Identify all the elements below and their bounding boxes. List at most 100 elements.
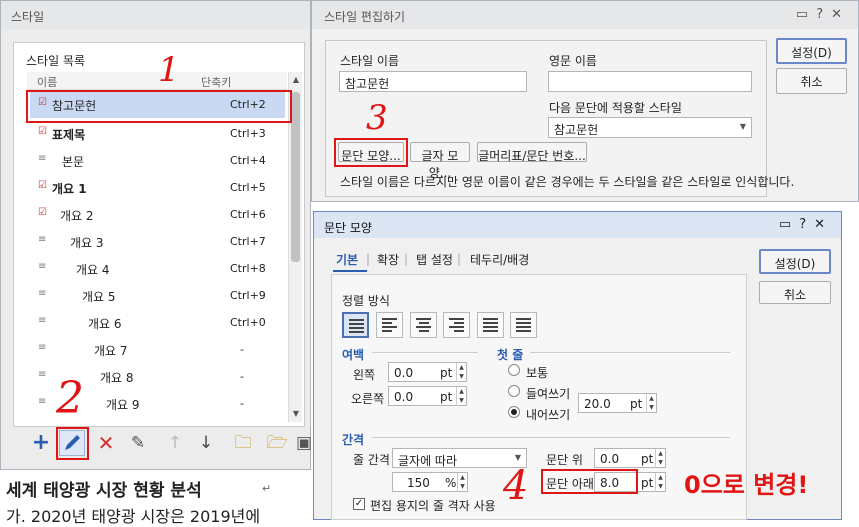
unit-pt: pt [641,476,654,490]
right-margin-label: 오른쪽 [351,392,385,406]
dialog-window-controls[interactable]: ▭?✕ [779,217,833,232]
left-margin-field[interactable]: 0.0 pt ▲ ▼ [388,362,467,382]
tab-border-background[interactable]: 테두리/배경 [470,251,529,268]
align-justify-icon[interactable] [342,312,369,338]
scroll-thumb[interactable] [291,92,300,262]
style-window-title: 스타일 [1,1,310,29]
line-spacing-value: 150 [407,476,430,490]
document-edge [842,211,859,520]
scroll-up-arrow-icon[interactable]: ▲ [289,72,303,88]
radio-indent[interactable] [508,385,520,397]
left-margin-value: 0.0 [394,366,414,380]
spinner-icon[interactable]: ▲ ▼ [655,473,665,492]
highlight-box-paragraph-button [334,138,408,167]
style-name: 표제목 [52,128,86,142]
paragraph-style-icon: ≡ [38,153,47,164]
style-name: 개요 1 [52,182,87,196]
style-name: 개요 3 [70,236,104,250]
next-style-label: 다음 문단에 적용할 스타일 [549,101,682,115]
col-name-header[interactable]: 이름 [37,74,57,90]
style-name: 개요 7 [94,344,128,358]
edit-style-ok-button[interactable]: 설정(D) [776,38,847,64]
spinner-icon[interactable]: ▲ ▼ [655,449,665,468]
move-down-arrow-icon[interactable]: ↓ [193,430,219,456]
paragraph-style-icon: ≡ [38,234,47,245]
radio-normal[interactable] [508,364,520,376]
right-margin-field[interactable]: 0.0 pt ▲ ▼ [388,386,467,406]
style-row[interactable]: ≡ 개요 7 - [30,336,285,363]
style-name-field[interactable]: 참고문헌 [339,71,527,92]
right-margin-value: 0.0 [394,390,414,404]
style-row[interactable]: ≡ 개요 4 Ctrl+8 [30,255,285,282]
spinner-icon[interactable]: ▲ ▼ [646,394,656,413]
radio-normal-label: 보통 [526,366,549,380]
style-row[interactable]: ☑ 개요 1 Ctrl+5 [30,174,285,201]
next-style-value: 참고문헌 [554,123,599,137]
above-field[interactable]: 0.0 pt ▲ ▼ [594,448,666,468]
unit-pt: pt [440,390,453,404]
paragraph-style-icon: ≡ [38,342,47,353]
char-shape-button[interactable]: 글자 모양... [410,142,470,180]
style-row[interactable]: ≡ 개요 6 Ctrl+0 [30,309,285,336]
style-shortcut: - [240,370,244,383]
move-up-arrow-icon[interactable]: ↑ [162,430,188,456]
open-folder-icon[interactable]: 🗁 [264,430,290,456]
style-name: 개요 5 [82,290,116,304]
outdent-value: 20.0 [584,397,611,411]
english-name-field[interactable] [548,71,752,92]
radio-outdent-label: 내어쓰기 [526,408,571,422]
save-style-icon[interactable]: ▣ [296,430,312,456]
style-shortcut: Ctrl+4 [230,154,266,167]
delete-style-icon[interactable]: ✕ [93,430,119,456]
style-name-label: 스타일 이름 [340,54,400,68]
highlight-box-selected-style [26,90,292,123]
edit-style-cancel-button[interactable]: 취소 [776,68,847,94]
tab-basic[interactable]: 기본 [336,251,358,268]
margin-section-line [372,352,478,353]
radio-indent-label: 들여쓰기 [526,387,571,401]
paragraph-style-icon: ≡ [38,261,47,272]
paragraph-cancel-button[interactable]: 취소 [759,281,831,304]
align-split-icon[interactable] [510,312,537,338]
line-spacing-field[interactable]: 150 % ▲ ▼ [392,472,468,492]
style-row[interactable]: ≡ 개요 5 Ctrl+9 [30,282,285,309]
unit-pt: pt [440,366,453,380]
col-shortcut-header[interactable]: 단축키 [201,74,231,90]
tab-extend[interactable]: 확장 [377,251,399,268]
line-spacing-mode: 글자에 따라 [398,454,458,468]
style-shortcut: - [240,397,244,410]
tab-tab-settings[interactable]: 탭 설정 [416,251,453,268]
align-center-icon[interactable] [410,312,437,338]
spinner-icon[interactable]: ▲ ▼ [456,363,466,382]
highlight-box-below-field [541,469,638,494]
above-label: 문단 위 [546,453,583,467]
style-name: 개요 8 [100,371,134,385]
style-list-scrollbar[interactable]: ▲ ▼ [288,72,302,422]
spinner-icon[interactable]: ▲ ▼ [457,473,467,492]
align-distribute-icon[interactable] [477,312,504,338]
import-style-folder-icon[interactable]: 🗀 [230,430,256,456]
spinner-icon[interactable]: ▲ ▼ [456,387,466,406]
first-line-section-line [530,352,730,353]
next-style-select[interactable]: 참고문헌 ▼ [548,117,752,138]
add-style-icon[interactable]: + [28,430,54,456]
style-row[interactable]: ☑ 개요 2 Ctrl+6 [30,201,285,228]
style-row[interactable]: ≡ 개요 3 Ctrl+7 [30,228,285,255]
style-row[interactable]: ☑ 표제목 Ctrl+3 [30,120,285,147]
grid-checkbox-label: 편집 용지의 줄 격자 사용 [370,499,496,513]
grid-checkbox[interactable]: ✓ [353,498,365,510]
dialog-window-controls[interactable]: ▭?✕ [796,7,850,22]
style-format-icon[interactable]: ✎ [125,430,151,456]
highlight-box-edit-button [56,427,89,460]
radio-outdent[interactable] [508,406,520,418]
bullet-numbering-button[interactable]: 글머리표/문단 번호... [477,142,587,163]
scroll-down-arrow-icon[interactable]: ▼ [289,406,303,422]
style-row[interactable]: ≡ 본문 Ctrl+4 [30,147,285,174]
align-right-icon[interactable] [443,312,470,338]
chevron-down-icon: ▼ [514,453,521,462]
style-shortcut: Ctrl+6 [230,208,266,221]
document-line: 가. 2020년 태양광 시장은 2019년에 [6,507,261,526]
align-left-icon[interactable] [376,312,403,338]
outdent-field[interactable]: 20.0 pt ▲ ▼ [578,393,657,413]
paragraph-ok-button[interactable]: 설정(D) [759,249,831,274]
